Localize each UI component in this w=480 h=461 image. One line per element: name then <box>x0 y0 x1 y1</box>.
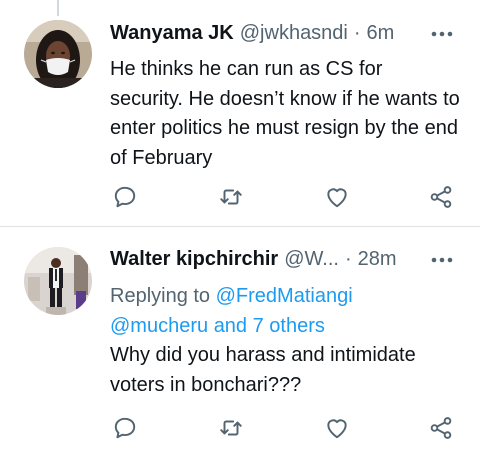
replying-to: Replying to @FredMatiangi @mucheru and 7… <box>110 282 470 341</box>
display-name[interactable]: Wanyama JK <box>110 19 234 47</box>
tweet-header: Wanyama JK @jwkhasndi · 6m <box>110 19 420 47</box>
tweet[interactable]: Wanyama JK @jwkhasndi · 6m He thinks he … <box>0 0 480 226</box>
heart-icon[interactable] <box>322 182 352 212</box>
timestamp[interactable]: 6m <box>367 19 395 47</box>
retweet-icon[interactable] <box>216 413 246 443</box>
others-link[interactable]: and 7 others <box>214 315 325 337</box>
mention-link[interactable]: @mucheru <box>110 315 208 337</box>
display-name[interactable]: Walter kipchirchir <box>110 245 278 273</box>
mention-link[interactable]: @FredMatiangi <box>216 285 353 307</box>
more-options-icon[interactable] <box>430 248 454 272</box>
user-handle[interactable]: @W... <box>284 245 339 273</box>
tweet-header: Walter kipchirchir @W... · 28m <box>110 245 420 273</box>
avatar[interactable] <box>24 247 92 315</box>
tweet[interactable]: Walter kipchirchir @W... · 28m Replying … <box>0 227 480 461</box>
separator-dot: · <box>344 248 352 270</box>
heart-icon[interactable] <box>322 413 352 443</box>
tweet-actions <box>110 413 456 443</box>
tweet-text: Why did you harass and intimidate voters… <box>110 344 416 396</box>
avatar[interactable] <box>24 20 92 88</box>
avatar-woman-with-face-mask-icon <box>24 20 92 88</box>
separator-dot: · <box>353 22 361 44</box>
user-handle[interactable]: @jwkhasndi <box>240 19 348 47</box>
tweet-actions <box>110 182 456 212</box>
thread-connector-line <box>57 0 59 16</box>
timestamp[interactable]: 28m <box>358 245 397 273</box>
share-icon[interactable] <box>426 182 456 212</box>
avatar-man-standing-in-suit-icon <box>24 247 92 315</box>
reply-icon[interactable] <box>110 413 140 443</box>
more-options-icon[interactable] <box>430 22 454 46</box>
tweet-text: He thinks he can run as CS for security.… <box>110 58 460 169</box>
retweet-icon[interactable] <box>216 182 246 212</box>
replying-to-label: Replying to <box>110 285 211 307</box>
share-icon[interactable] <box>426 413 456 443</box>
reply-icon[interactable] <box>110 182 140 212</box>
